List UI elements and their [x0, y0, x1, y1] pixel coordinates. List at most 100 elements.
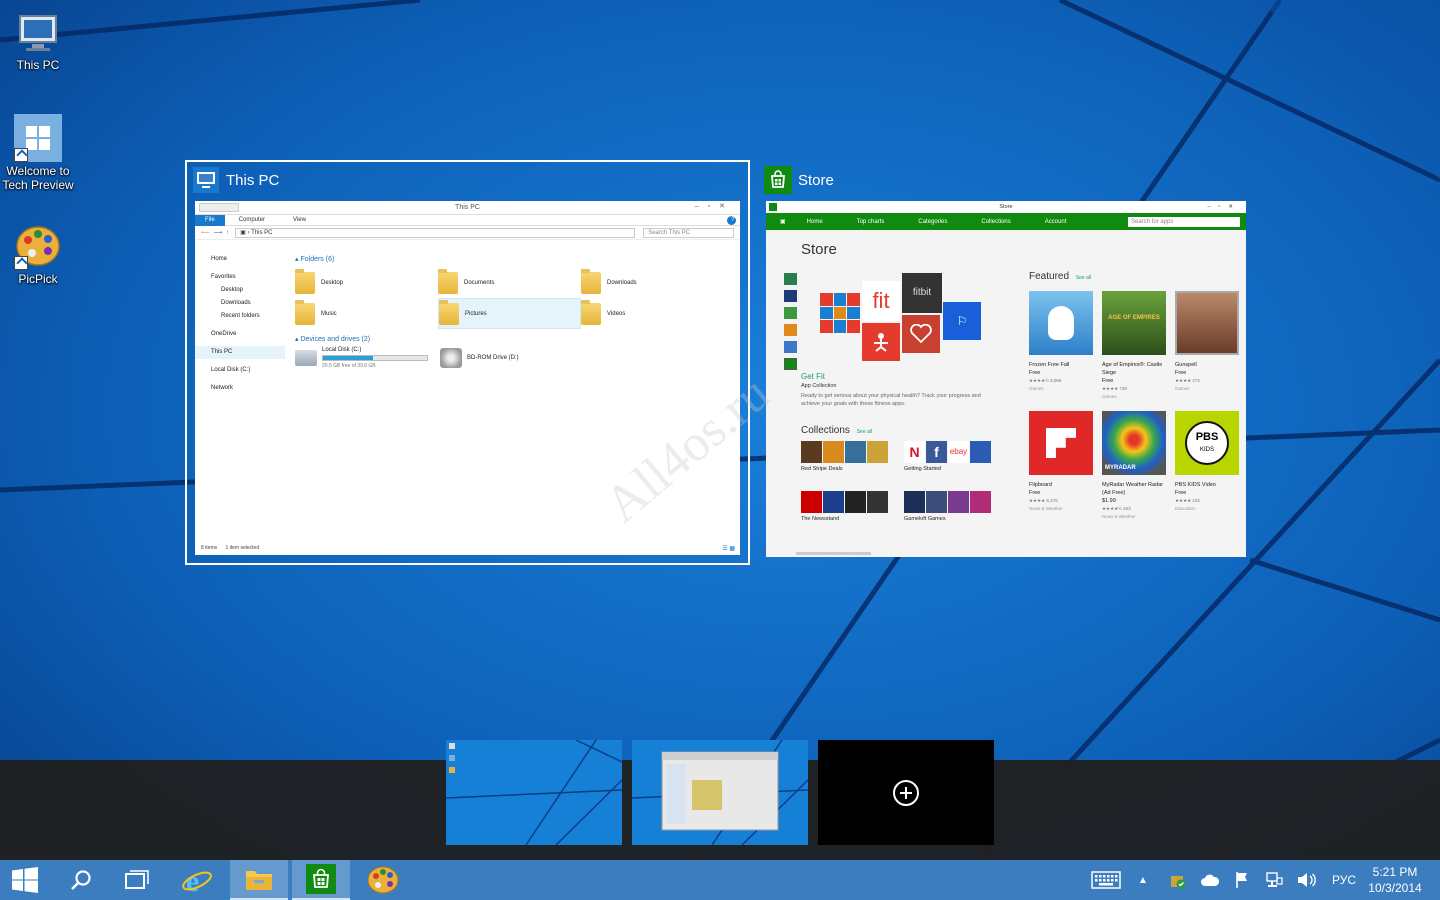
folder-downloads[interactable]: Downloads: [581, 267, 724, 298]
folder-pictures[interactable]: Pictures: [438, 298, 581, 329]
app-tile-gunspell[interactable]: [1175, 291, 1239, 355]
folder-documents[interactable]: Documents: [438, 267, 581, 298]
desktop-icon-this-pc[interactable]: This PC: [0, 8, 76, 72]
folder-music[interactable]: Music: [295, 298, 438, 329]
horizontal-scrollbar[interactable]: [766, 552, 1246, 555]
start-button[interactable]: [0, 860, 50, 900]
app-tile-frozen[interactable]: [1029, 291, 1093, 355]
search-button[interactable]: [52, 860, 110, 900]
onedrive-tray-icon[interactable]: [1198, 860, 1222, 900]
action-center-tray-icon[interactable]: [1230, 860, 1254, 900]
forward-icon[interactable]: ⟶: [214, 229, 223, 236]
explorer-address-row: ⟵ ⟶ ↑ ▣ › This PC Search This PC: [195, 226, 740, 240]
store-thumbnail[interactable]: Store –▫✕ ▣ Home Top charts Categories C…: [766, 201, 1246, 557]
search-input[interactable]: Search This PC: [643, 227, 734, 238]
window-controls[interactable]: –▫✕: [1207, 201, 1241, 213]
hero-thumb[interactable]: [784, 324, 797, 336]
nav-item-downloads[interactable]: Downloads: [195, 297, 285, 310]
collection-tile-red-stripe[interactable]: [801, 441, 888, 463]
hero-tile-sports[interactable]: [820, 293, 860, 333]
back-icon[interactable]: ⟵: [201, 229, 210, 236]
nav-item-recent-folders[interactable]: Recent folders: [195, 310, 285, 323]
hero-tile-fitbit[interactable]: fitbit: [902, 273, 942, 313]
hero-tile-run[interactable]: ⚐: [943, 302, 981, 340]
store-nav-account[interactable]: Account: [1028, 219, 1084, 225]
collection-tile-gameloft[interactable]: [904, 491, 991, 513]
explorer-thumbnail[interactable]: This PC –▫✕ File Computer View ? ⟵ ⟶ ↑ ▣…: [195, 201, 740, 555]
app-tile-myradar[interactable]: MYRADAR: [1102, 411, 1166, 475]
app-name: Frozen Free Fall: [1029, 362, 1070, 368]
nav-item-home[interactable]: Home: [195, 253, 285, 266]
window-title: This PC: [226, 171, 280, 189]
store-nav-top-charts[interactable]: Top charts: [840, 219, 902, 225]
folders-section-header[interactable]: ▴ Folders (6): [295, 253, 734, 267]
add-desktop-button[interactable]: [818, 740, 994, 845]
collections-see-all-link[interactable]: See all: [857, 429, 872, 435]
store-nav-home[interactable]: Home: [790, 219, 840, 225]
taskbar-store[interactable]: [292, 860, 350, 900]
taskbar-picpick[interactable]: [354, 860, 412, 900]
quick-access-toolbar[interactable]: [199, 203, 239, 212]
nav-item-desktop[interactable]: Desktop: [195, 284, 285, 297]
devices-section-header[interactable]: ▴ Devices and drives (2): [295, 333, 734, 347]
taskbar-file-explorer[interactable]: [230, 860, 288, 900]
app-tile-pbs-kids[interactable]: PBS KIDS: [1175, 411, 1239, 475]
network-tray-icon[interactable]: [1262, 860, 1286, 900]
nav-item-network[interactable]: Network: [195, 382, 285, 395]
clock-time: 5:21 PM: [1372, 865, 1418, 879]
hero-thumb[interactable]: [784, 341, 797, 353]
desktop-icon-picpick[interactable]: PicPick: [0, 222, 76, 286]
app-label: Frozen Free Fall Free ★★★★½ 9,056 Games: [1029, 361, 1093, 393]
nav-item-this-pc[interactable]: This PC: [195, 346, 285, 359]
hero-tile-fit[interactable]: fit: [862, 281, 900, 321]
taskbar-ie[interactable]: e: [168, 860, 226, 900]
store-home-icon[interactable]: ▣: [766, 218, 790, 225]
app-tile-flipboard[interactable]: [1029, 411, 1093, 475]
virtual-desktop-1[interactable]: [446, 740, 622, 845]
folder-videos[interactable]: Videos: [581, 298, 724, 329]
up-icon[interactable]: ↑: [226, 230, 229, 236]
drives-row: Local Disk (C:) 20.5 GB free of 39.6 GB …: [295, 347, 734, 369]
hero-thumb-selected[interactable]: [784, 358, 797, 370]
collection-tile-newsstand[interactable]: [801, 491, 888, 513]
app-tile-age-of-empires[interactable]: AGE OF EMPIRES: [1102, 291, 1166, 355]
app-name: Flipboard: [1029, 482, 1052, 488]
ribbon-tab-view[interactable]: View: [279, 217, 320, 223]
desktop-icon-welcome[interactable]: Welcome to Tech Preview: [0, 114, 76, 192]
nav-item-favorites[interactable]: Favorites: [195, 271, 285, 284]
nav-item-onedrive[interactable]: OneDrive: [195, 328, 285, 341]
collection-tile-getting-started[interactable]: Nf ebay: [904, 441, 991, 463]
palette-icon: [367, 866, 399, 894]
app-label: Age of Empires®: Castle Siege Free ★★★★ 73…: [1102, 361, 1166, 401]
store-nav-categories[interactable]: Categories: [901, 219, 964, 225]
hero-thumb[interactable]: [784, 273, 797, 285]
window-controls[interactable]: –▫✕: [695, 202, 734, 210]
volume-tray-icon[interactable]: [1294, 860, 1318, 900]
clock[interactable]: 5:21 PM 10/3/2014: [1350, 860, 1440, 900]
pbs-kids-logo: PBS KIDS: [1185, 421, 1229, 465]
ribbon-tab-file[interactable]: File: [195, 214, 225, 226]
ribbon-tab-computer[interactable]: Computer: [225, 217, 279, 223]
drive-d[interactable]: BD-ROM Drive (D:): [440, 347, 519, 369]
folder-desktop[interactable]: Desktop: [295, 267, 438, 298]
store-icon: [764, 166, 792, 194]
help-icon[interactable]: ?: [727, 215, 736, 225]
windows-logo-icon: [14, 114, 62, 162]
featured-see-all-link[interactable]: See all: [1076, 275, 1091, 281]
address-bar[interactable]: ▣ › This PC: [235, 227, 636, 238]
drive-c[interactable]: Local Disk (C:) 20.5 GB free of 39.6 GB: [295, 347, 430, 369]
hero-thumb[interactable]: [784, 307, 797, 319]
security-tray-icon[interactable]: [1166, 860, 1190, 900]
store-nav-collections[interactable]: Collections: [964, 219, 1027, 225]
touch-keyboard-button[interactable]: [1086, 860, 1126, 900]
hero-tile-yoga[interactable]: [862, 323, 900, 361]
hero-title[interactable]: Get Fit: [801, 372, 825, 381]
show-hidden-icons-button[interactable]: ▲: [1132, 860, 1154, 900]
view-toggle-icons[interactable]: ☰ ▦: [722, 545, 735, 552]
hero-thumb[interactable]: [784, 290, 797, 302]
virtual-desktop-2[interactable]: [632, 740, 808, 845]
store-search-input[interactable]: Search for apps: [1128, 216, 1240, 227]
nav-item-local-disk[interactable]: Local Disk (C:): [195, 364, 285, 377]
hero-tile-heart[interactable]: [902, 315, 940, 353]
task-view-button[interactable]: [108, 860, 166, 900]
